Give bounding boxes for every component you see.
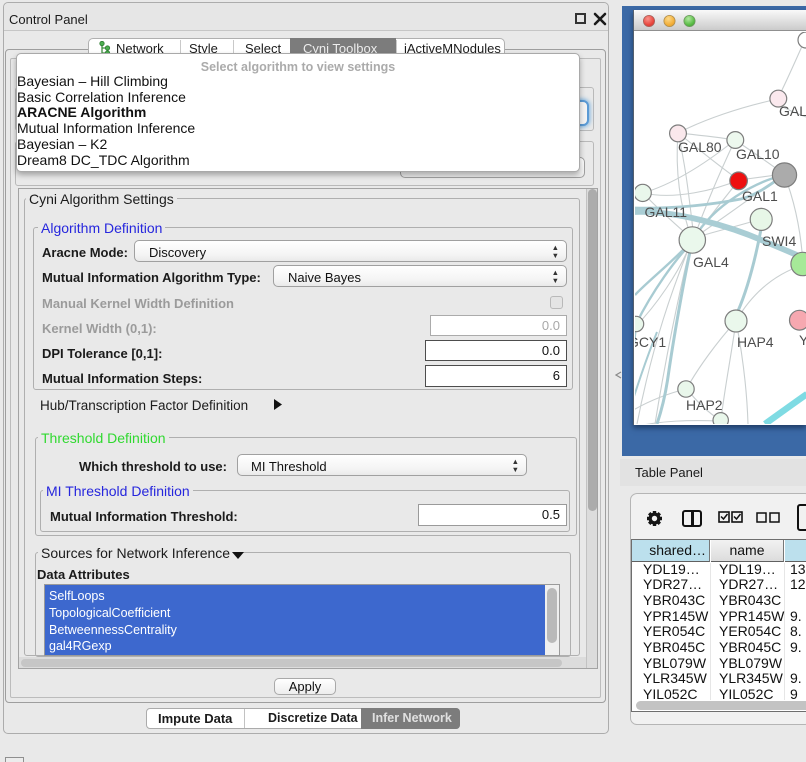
svg-text:SWI4: SWI4 [762, 233, 796, 249]
svg-text:GAL4: GAL4 [693, 254, 729, 270]
svg-text:HAP4: HAP4 [737, 334, 774, 350]
svg-text:GAL10: GAL10 [736, 146, 780, 162]
svg-text:HAP2: HAP2 [686, 397, 723, 413]
svg-text:GAL80: GAL80 [678, 139, 722, 155]
svg-text:Y: Y [799, 332, 806, 348]
svg-text:GAL1: GAL1 [742, 188, 778, 204]
svg-text:GAL11: GAL11 [645, 204, 688, 220]
svg-text:GCY1: GCY1 [635, 334, 666, 350]
svg-text:GAL7: GAL7 [779, 103, 806, 119]
